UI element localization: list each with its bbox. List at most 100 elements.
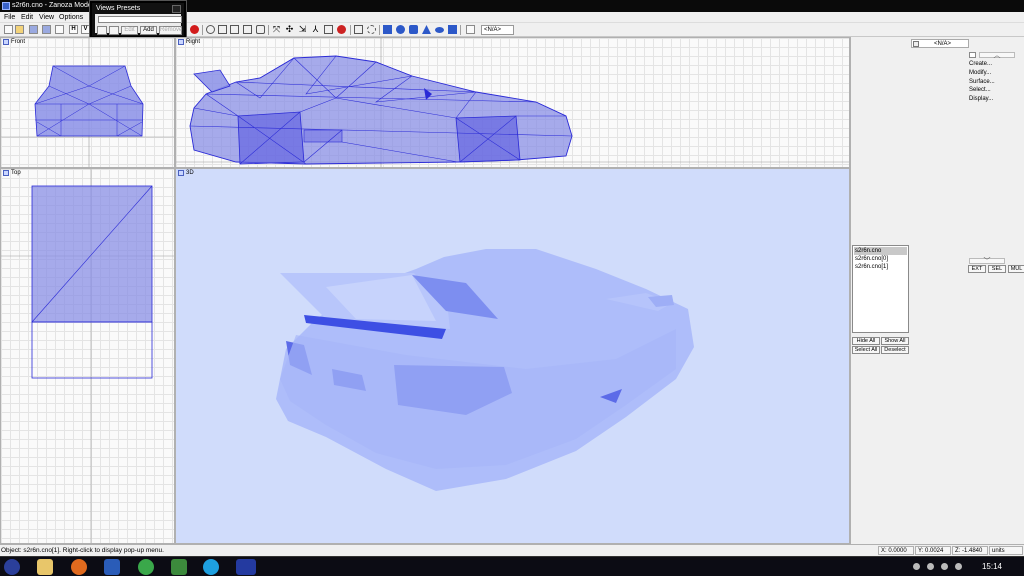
preset-dropdown[interactable] xyxy=(98,16,182,23)
list-item[interactable]: s2r6n.cno[1] xyxy=(854,263,907,271)
zoom-all-icon[interactable] xyxy=(243,25,252,34)
torus-primitive-icon[interactable] xyxy=(435,27,444,33)
record-icon[interactable] xyxy=(190,25,199,34)
skype-icon[interactable] xyxy=(203,559,219,575)
mirror-icon[interactable] xyxy=(324,25,333,34)
views-presets-window: Views Presets Edit Add Remove xyxy=(90,1,186,38)
volume-tray-icon[interactable] xyxy=(927,563,934,570)
box-primitive-icon[interactable] xyxy=(383,25,392,34)
object-toggle-icon[interactable] xyxy=(913,41,919,47)
status-bar: Object: s2r6n.cno[1]. Right-click to dis… xyxy=(0,544,1024,556)
object-toggle-icon[interactable] xyxy=(466,25,475,34)
start-button-icon[interactable] xyxy=(4,559,20,575)
plane-primitive-icon[interactable] xyxy=(448,25,457,34)
menu-view[interactable]: View xyxy=(39,14,54,21)
h-button[interactable]: H xyxy=(69,25,78,34)
object-list[interactable]: s2r6n.cno s2r6n.cno[0] s2r6n.cno[1] xyxy=(852,245,909,333)
expand-down-icon[interactable]: ﹀ xyxy=(969,258,1005,265)
taskbar: 15:14 xyxy=(0,556,1024,576)
select-box-icon[interactable] xyxy=(354,25,363,34)
v-button[interactable]: V xyxy=(81,25,90,34)
display-command[interactable]: Display... xyxy=(969,96,993,102)
modify-command[interactable]: Modify... xyxy=(969,70,991,76)
remove-preset-button[interactable]: Remove xyxy=(159,26,182,35)
edit-preset-button[interactable]: Edit xyxy=(121,26,138,35)
chrome-icon[interactable] xyxy=(138,559,154,575)
list-item[interactable]: s2r6n.cno xyxy=(854,247,907,255)
print-icon[interactable] xyxy=(55,25,64,34)
open-folder-icon[interactable] xyxy=(15,25,24,34)
object-selector[interactable]: <N/A> xyxy=(481,25,514,35)
preset-swatch-button[interactable] xyxy=(109,26,119,35)
close-icon[interactable] xyxy=(172,5,181,13)
3d-car-render xyxy=(276,249,694,491)
viewport-menu-icon[interactable] xyxy=(178,170,184,176)
list-item[interactable]: s2r6n.cno[0] xyxy=(854,255,907,263)
rotate-icon[interactable]: ⤧ xyxy=(272,25,281,34)
y-coordinate: Y: 0.0024 xyxy=(915,546,951,555)
viewport-menu-icon[interactable] xyxy=(3,170,9,176)
move-icon[interactable]: ✣ xyxy=(285,25,294,34)
taskbar-clock[interactable]: 15:14 xyxy=(982,562,1002,571)
axis-icon[interactable]: ⅄ xyxy=(311,25,320,34)
front-wireframe xyxy=(1,38,174,167)
views-presets-body: Edit Add Remove xyxy=(95,14,182,35)
status-message: Object: s2r6n.cno[1]. Right-click to dis… xyxy=(1,547,164,554)
cylinder-primitive-icon[interactable] xyxy=(409,25,418,34)
deselect-button[interactable]: Deselect xyxy=(881,346,909,354)
front-viewport[interactable]: Front xyxy=(0,37,175,168)
surface-command[interactable]: Surface... xyxy=(969,79,995,85)
new-file-icon[interactable] xyxy=(4,25,13,34)
3d-viewport[interactable]: 3D xyxy=(175,168,850,544)
file-explorer-icon[interactable] xyxy=(37,559,53,575)
show-all-button[interactable]: Show All xyxy=(881,337,909,345)
top-viewport-title: Top xyxy=(11,170,21,176)
add-preset-button[interactable]: Add xyxy=(140,26,157,35)
sphere-primitive-icon[interactable] xyxy=(396,25,405,34)
viewport-menu-icon[interactable] xyxy=(3,39,9,45)
menu-options[interactable]: Options xyxy=(59,14,83,21)
select-command[interactable]: Select... xyxy=(969,87,991,93)
select-all-button[interactable]: Select All xyxy=(852,346,880,354)
3d-viewport-title: 3D xyxy=(186,170,194,176)
mul-mode-button[interactable]: MUL xyxy=(1008,265,1024,273)
sel-mode-button[interactable]: SEL xyxy=(988,265,1006,273)
firefox-icon[interactable] xyxy=(71,559,87,575)
front-viewport-title: Front xyxy=(11,39,26,45)
panel-pin-icon[interactable] xyxy=(969,52,976,58)
toolbar-separator xyxy=(350,25,351,35)
signal-tray-icon[interactable] xyxy=(955,563,962,570)
viewport-menu-icon[interactable] xyxy=(178,39,184,45)
scale-icon[interactable]: ⇲ xyxy=(298,25,307,34)
select-circle-icon[interactable] xyxy=(367,25,376,34)
zanoza-modeler-taskbar-icon[interactable] xyxy=(236,559,256,575)
x-coordinate: X: 0.0000 xyxy=(878,546,914,555)
menu-file[interactable]: File xyxy=(4,14,15,21)
toolbar-separator xyxy=(460,25,461,35)
ext-mode-button[interactable]: EXT xyxy=(968,265,986,273)
top-viewport[interactable]: Top xyxy=(0,168,175,544)
word-icon[interactable] xyxy=(104,559,120,575)
right-viewport-label: Right xyxy=(178,39,200,45)
menu-edit[interactable]: Edit xyxy=(21,14,33,21)
zoom-extents-icon[interactable] xyxy=(230,25,239,34)
zoom-window-icon[interactable] xyxy=(256,25,265,34)
notification-tray-icon[interactable] xyxy=(941,563,948,570)
front-viewport-label: Front xyxy=(3,39,25,45)
network-tray-icon[interactable] xyxy=(913,563,920,570)
panel-object-selector[interactable]: <N/A> xyxy=(911,39,969,48)
save-as-icon[interactable] xyxy=(42,25,51,34)
save-icon[interactable] xyxy=(29,25,38,34)
pan-hand-icon[interactable] xyxy=(218,25,227,34)
zoom-icon[interactable] xyxy=(206,25,215,34)
stop-icon[interactable] xyxy=(337,25,346,34)
preset-swatch-button[interactable] xyxy=(97,26,107,35)
window-title: s2r6n.cno - Zanoza Modeler xyxy=(12,2,100,9)
right-viewport[interactable]: Right xyxy=(175,37,850,168)
hide-all-button[interactable]: Hide All xyxy=(852,337,880,345)
create-command[interactable]: Create... xyxy=(969,61,992,67)
collapse-up-icon[interactable]: ︿ xyxy=(979,52,1015,59)
cone-primitive-icon[interactable] xyxy=(422,25,431,34)
excel-icon[interactable] xyxy=(171,559,187,575)
app-icon xyxy=(2,2,10,10)
